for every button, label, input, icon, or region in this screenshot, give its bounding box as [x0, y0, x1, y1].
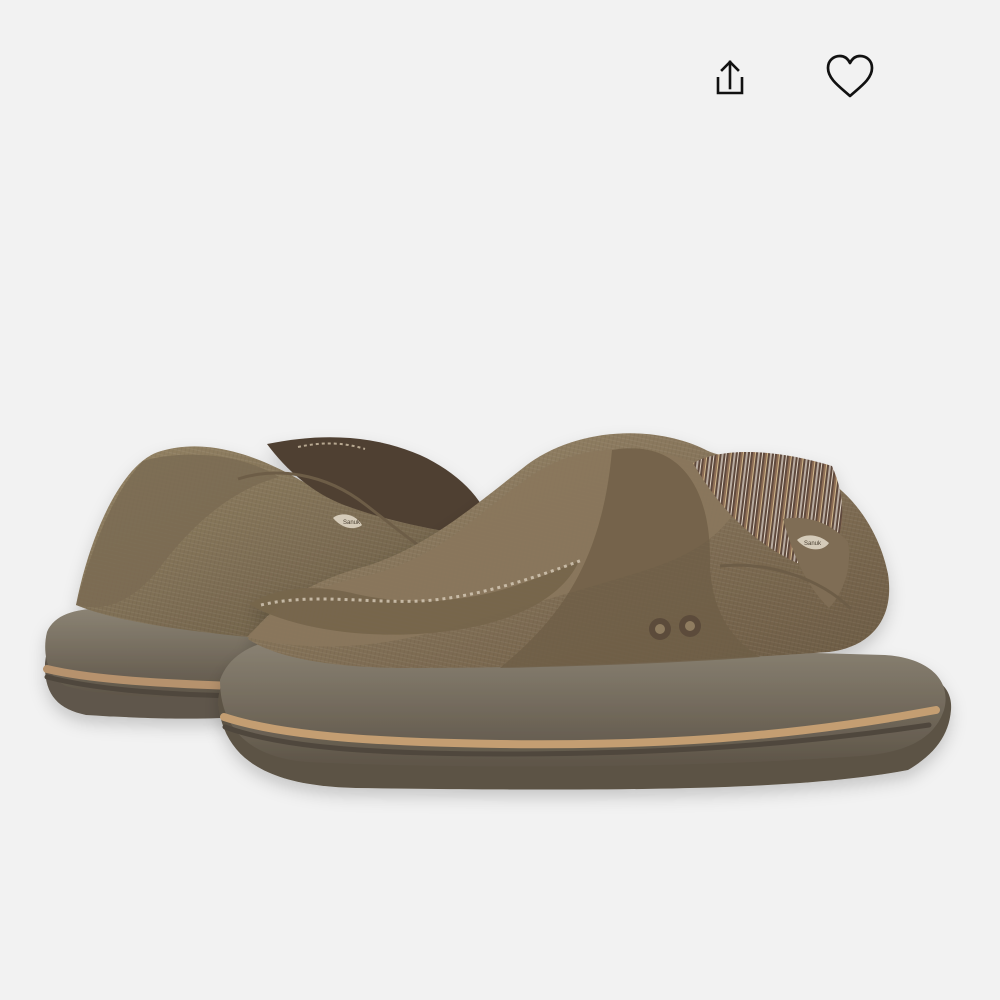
favorite-button[interactable] [820, 48, 880, 108]
product-detail-screen: Sanuk Sanuk [0, 0, 1000, 1000]
right-shoe-brand-tag-text: Sanuk [804, 541, 822, 547]
canvas-slip-on-shoes-image: Sanuk Sanuk [43, 433, 952, 790]
product-image: Sanuk Sanuk [0, 120, 1000, 880]
share-button[interactable] [700, 48, 760, 108]
left-shoe-brand-tag-text: Sanuk [343, 520, 361, 526]
share-icon [716, 60, 744, 95]
image-actions [700, 48, 900, 108]
heart-icon [826, 54, 874, 98]
